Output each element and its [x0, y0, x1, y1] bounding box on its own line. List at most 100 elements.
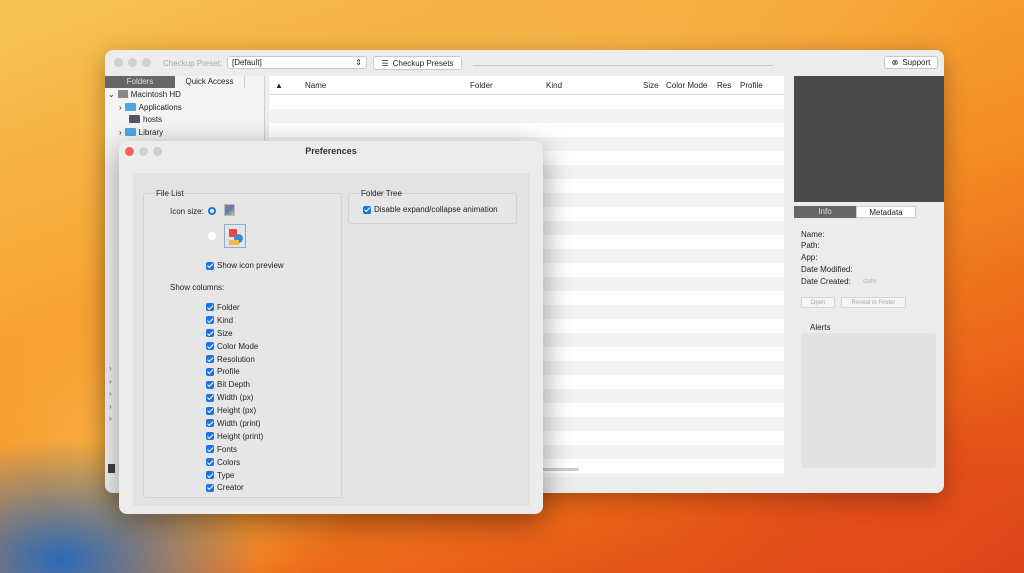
- disable-animation-checkbox[interactable]: Disable expand/collapse animation: [363, 205, 498, 214]
- checkup-presets-label: Checkup Presets: [392, 58, 454, 68]
- column-checkbox-type[interactable]: Type: [206, 469, 263, 482]
- column-checkbox-kind[interactable]: Kind: [206, 314, 263, 327]
- column-res[interactable]: Res: [717, 81, 731, 90]
- column-checkbox-bit-depth[interactable]: Bit Depth: [206, 378, 263, 391]
- icon-size-small-radio[interactable]: [208, 207, 216, 215]
- column-checkbox-resolution[interactable]: Resolution: [206, 353, 263, 366]
- reveal-in-finder-button[interactable]: Reveal in Finder: [841, 297, 906, 308]
- column-checkbox-fonts[interactable]: Fonts: [206, 443, 263, 456]
- tree-item-hosts[interactable]: hosts: [129, 113, 162, 125]
- checkbox-checked-icon: [206, 303, 214, 312]
- tab-metadata[interactable]: Metadata: [856, 206, 916, 218]
- info-date-created-label: Date Created:: [801, 277, 851, 286]
- checkbox-checked-icon: [206, 393, 214, 402]
- chevron-down-icon: ⌄: [108, 89, 115, 99]
- checkbox-checked-icon: [206, 380, 214, 389]
- column-kind[interactable]: Kind: [546, 81, 562, 90]
- alerts-box: [801, 333, 936, 468]
- column-checkbox-label: Kind: [217, 315, 234, 325]
- column-checkbox-height-px[interactable]: Height (px): [206, 404, 263, 417]
- chevron-right-icon[interactable]: ›: [109, 364, 112, 373]
- checkbox-checked-icon: [206, 261, 214, 270]
- tree-item-library[interactable]: › Library: [119, 126, 163, 138]
- column-color-mode[interactable]: Color Mode: [666, 81, 707, 90]
- column-checkbox-size[interactable]: Size: [206, 327, 263, 340]
- open-button[interactable]: Open: [801, 297, 835, 308]
- inspector-panel: Info Metadata Name: Path: App: Date Modi…: [794, 76, 944, 493]
- info-date-created-value: date: [863, 278, 877, 285]
- checkbox-checked-icon: [206, 355, 214, 363]
- checkbox-checked-icon: [206, 432, 214, 441]
- file-list-group: File List Icon size: Show icon preview S…: [143, 189, 342, 498]
- chevron-right-icon[interactable]: ›: [109, 414, 112, 423]
- column-checkbox-list: Folder Kind Size Color Mode Resolution Profil…: [206, 301, 263, 494]
- tab-info[interactable]: Info: [794, 206, 856, 218]
- folder-icon: [124, 128, 136, 136]
- tab-folders[interactable]: Folders: [105, 76, 175, 88]
- column-checkbox-folder[interactable]: Folder: [206, 301, 263, 314]
- chevron-right-icon[interactable]: ›: [109, 389, 112, 398]
- folder-icon: [124, 103, 136, 111]
- column-profile[interactable]: Profile: [740, 81, 763, 90]
- zoom-button[interactable]: [142, 58, 151, 67]
- column-checkbox-width-print[interactable]: Width (print): [206, 417, 263, 430]
- info-name-label: Name:: [801, 230, 825, 239]
- column-checkbox-height-print[interactable]: Height (print): [206, 430, 263, 443]
- column-folder[interactable]: Folder: [470, 81, 493, 90]
- column-checkbox-label: Height (px): [217, 406, 257, 416]
- preferences-title: Preferences: [305, 146, 357, 156]
- column-checkbox-creator[interactable]: Creator: [206, 481, 263, 494]
- preferences-content: File List Icon size: Show icon preview S…: [133, 173, 530, 506]
- warning-icon[interactable]: ▲: [275, 81, 283, 90]
- bookmark-icon[interactable]: [108, 464, 115, 473]
- support-label: Support: [902, 58, 931, 67]
- column-name[interactable]: Name: [305, 81, 326, 90]
- checkbox-checked-icon: [206, 483, 214, 492]
- checkbox-checked-icon: [206, 458, 214, 467]
- tree-label: Applications: [138, 102, 182, 112]
- icon-size-large-radio[interactable]: [208, 232, 216, 240]
- show-icon-preview-label: Show icon preview: [217, 261, 284, 270]
- chevron-right-icon[interactable]: ›: [109, 402, 112, 411]
- file-icon: [129, 115, 140, 123]
- folder-tree-legend: Folder Tree: [361, 189, 402, 198]
- column-checkbox-label: Resolution: [217, 354, 255, 364]
- tree-item-applications[interactable]: › Applications: [119, 101, 182, 113]
- column-checkbox-color-mode[interactable]: Color Mode: [206, 340, 263, 353]
- column-checkbox-label: Creator: [217, 483, 244, 493]
- minimize-button[interactable]: [128, 58, 137, 67]
- column-checkbox-profile[interactable]: Profile: [206, 365, 263, 378]
- checkbox-checked-icon: [206, 471, 214, 480]
- show-icon-preview-checkbox[interactable]: Show icon preview: [206, 261, 284, 270]
- checkbox-checked-icon: [206, 419, 214, 428]
- column-checkbox-label: Profile: [217, 367, 240, 377]
- tree-item-macintosh-hd[interactable]: ⌄ Macintosh HD: [108, 88, 181, 100]
- checkbox-checked-icon: [206, 329, 214, 338]
- info-date-modified-label: Date Modified:: [801, 265, 853, 274]
- chevron-right-icon: ›: [119, 127, 122, 137]
- chevron-right-icon[interactable]: ›: [109, 377, 112, 386]
- column-checkbox-width-px[interactable]: Width (px): [206, 391, 263, 404]
- checkbox-checked-icon: [206, 367, 214, 376]
- column-checkbox-label: Type: [217, 470, 235, 480]
- checkbox-checked-icon: [363, 205, 371, 214]
- preset-select[interactable]: [Default] ⇕: [227, 56, 367, 69]
- close-button[interactable]: [114, 58, 123, 67]
- column-checkbox-colors[interactable]: Colors: [206, 456, 263, 469]
- support-button[interactable]: ⊗ Support: [884, 56, 938, 69]
- column-size[interactable]: Size: [643, 81, 659, 90]
- disk-icon: [117, 90, 128, 98]
- tree-label: Macintosh HD: [130, 89, 181, 99]
- preferences-window: Preferences File List Icon size: Show ic…: [119, 141, 543, 514]
- tree-label: hosts: [143, 114, 163, 124]
- show-columns-label: Show columns:: [170, 283, 225, 292]
- file-list-legend: File List: [156, 189, 184, 198]
- column-checkbox-label: Height (print): [217, 431, 264, 441]
- chevron-updown-icon: ⇕: [355, 58, 362, 67]
- disable-animation-label: Disable expand/collapse animation: [374, 205, 498, 214]
- sliders-icon: ☰: [381, 58, 389, 68]
- tab-quick-access[interactable]: Quick Access: [175, 76, 245, 88]
- checkup-presets-button[interactable]: ☰ Checkup Presets: [373, 56, 462, 70]
- info-app-label: App:: [801, 253, 818, 262]
- small-file-icon: [224, 204, 235, 216]
